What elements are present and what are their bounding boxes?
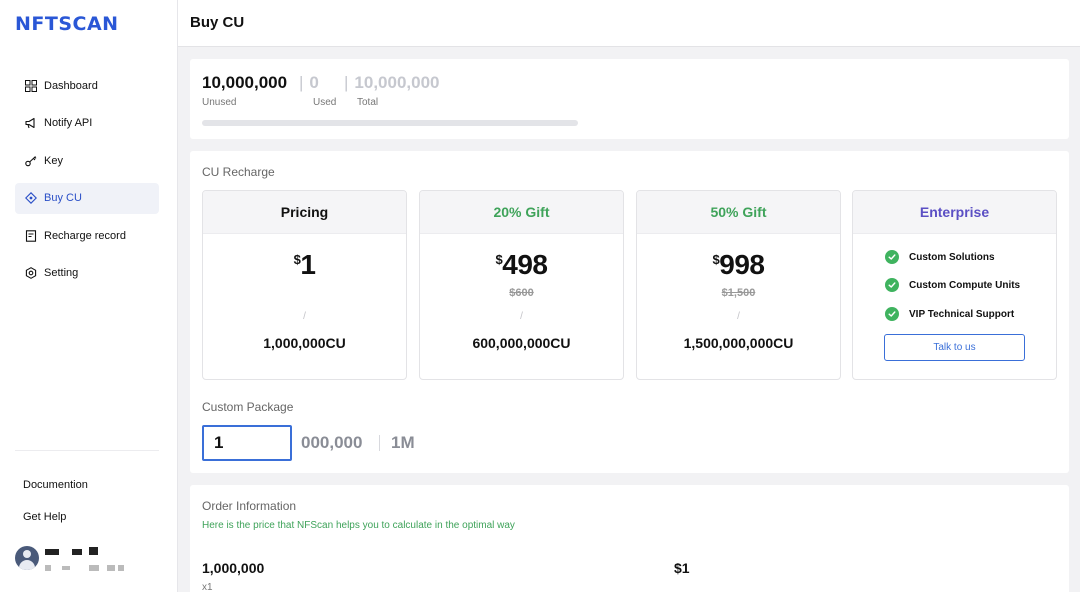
diamond-tag-icon xyxy=(24,191,38,205)
recharge-title: CU Recharge xyxy=(202,165,275,179)
sidebar: NFTSCAN Dashboard Notify API Key Buy CU xyxy=(0,0,178,592)
custom-package-input[interactable] xyxy=(202,425,292,461)
plan-amount: 1,000,000CU xyxy=(263,335,346,351)
plan-old-price: $600 xyxy=(509,287,534,299)
plan-price: $998 xyxy=(637,249,840,281)
total-label: Total xyxy=(357,97,379,108)
plan-price-value: 498 xyxy=(502,249,548,280)
currency-symbol: $ xyxy=(712,252,720,267)
check-circle-icon xyxy=(885,307,899,321)
plan-divider-slash: / xyxy=(303,311,306,322)
sidebar-item-label: Key xyxy=(44,154,63,167)
sidebar-nav: Dashboard Notify API Key Buy CU Recharge… xyxy=(15,70,159,296)
check-circle-icon xyxy=(885,250,899,264)
plan-price: $1 xyxy=(203,249,406,281)
custom-package-divider xyxy=(379,435,380,451)
receipt-icon xyxy=(24,229,38,243)
unused-label: Unused xyxy=(202,97,237,108)
order-multiplier: x1 xyxy=(202,582,213,592)
sidebar-item-setting[interactable]: Setting xyxy=(15,258,159,289)
sidebar-item-label: Setting xyxy=(44,267,79,280)
grid-icon xyxy=(24,79,38,93)
currency-symbol: $ xyxy=(495,252,503,267)
plan-price-value: 1 xyxy=(300,249,316,280)
plan-divider-slash: / xyxy=(737,311,740,322)
plan-price-value: 998 xyxy=(719,249,765,280)
plan-name: Pricing xyxy=(203,191,406,234)
plan-price: $498 xyxy=(420,249,623,281)
plan-divider-slash: / xyxy=(520,311,523,322)
key-icon xyxy=(24,154,38,168)
nftscan-logo[interactable]: NFTSCAN xyxy=(15,13,119,35)
order-price: $1 xyxy=(674,560,690,576)
sidebar-divider xyxy=(15,450,159,451)
usage-progress-bar xyxy=(202,120,578,126)
page-title: Buy CU xyxy=(190,14,245,31)
plan-card-enterprise: Enterprise Custom Solutions Custom Compu… xyxy=(852,190,1057,380)
megaphone-icon xyxy=(24,116,38,130)
plan-card-20-gift[interactable]: 20% Gift $498 $600 / 600,000,000CU xyxy=(419,190,624,380)
feature-item: Custom Compute Units xyxy=(885,278,1020,292)
plan-name: 20% Gift xyxy=(420,191,623,234)
sidebar-item-notify-api[interactable]: Notify API xyxy=(15,108,159,139)
feature-item: VIP Technical Support xyxy=(885,307,1014,321)
used-value: 0 xyxy=(309,73,319,92)
sidebar-item-recharge-record[interactable]: Recharge record xyxy=(15,220,159,251)
sidebar-item-label: Buy CU xyxy=(44,192,82,205)
plan-amount: 1,500,000,000CU xyxy=(683,335,794,351)
plan-name: Enterprise xyxy=(853,191,1056,234)
plan-old-price: $1,500 xyxy=(721,287,756,299)
order-title: Order Information xyxy=(202,499,297,513)
total-value-group: | 10,000,000 xyxy=(344,73,440,92)
documention-link[interactable]: Documention xyxy=(23,479,88,491)
used-value-group: | 0 xyxy=(299,73,319,92)
plan-name: 50% Gift xyxy=(637,191,840,234)
plan-card-50-gift[interactable]: 50% Gift $998 $1,500 / 1,500,000,000CU xyxy=(636,190,841,380)
avatar[interactable] xyxy=(15,546,39,570)
custom-package-title: Custom Package xyxy=(202,400,294,414)
custom-package-suffix: 000,000 xyxy=(301,433,363,452)
plan-amount: 600,000,000CU xyxy=(472,335,571,351)
sidebar-item-buy-cu[interactable]: Buy CU xyxy=(15,182,159,214)
get-help-link[interactable]: Get Help xyxy=(23,511,66,523)
sidebar-item-dashboard[interactable]: Dashboard xyxy=(15,70,159,101)
talk-to-us-button[interactable]: Talk to us xyxy=(884,334,1025,361)
order-note: Here is the price that NFScan helps you … xyxy=(202,520,515,531)
sidebar-item-key[interactable]: Key xyxy=(15,145,159,176)
page-header: Buy CU xyxy=(178,0,1080,47)
total-value: 10,000,000 xyxy=(354,73,440,92)
settings-hex-icon xyxy=(24,266,38,280)
currency-symbol: $ xyxy=(293,252,301,267)
order-amount: 1,000,000 xyxy=(202,560,265,576)
check-circle-icon xyxy=(885,278,899,292)
order-card xyxy=(190,485,1069,592)
plan-card-pricing[interactable]: Pricing $1 / 1,000,000CU xyxy=(202,190,407,380)
feature-label: Custom Solutions xyxy=(909,251,995,263)
custom-package-unit: 1M xyxy=(391,433,415,452)
sidebar-item-label: Notify API xyxy=(44,117,93,130)
feature-item: Custom Solutions xyxy=(885,250,995,264)
feature-label: Custom Compute Units xyxy=(909,279,1021,291)
unused-value: 10,000,000 xyxy=(202,73,288,92)
feature-label: VIP Technical Support xyxy=(909,308,1015,320)
used-label: Used xyxy=(313,97,337,108)
sidebar-item-label: Recharge record xyxy=(44,229,126,242)
sidebar-item-label: Dashboard xyxy=(44,79,98,92)
